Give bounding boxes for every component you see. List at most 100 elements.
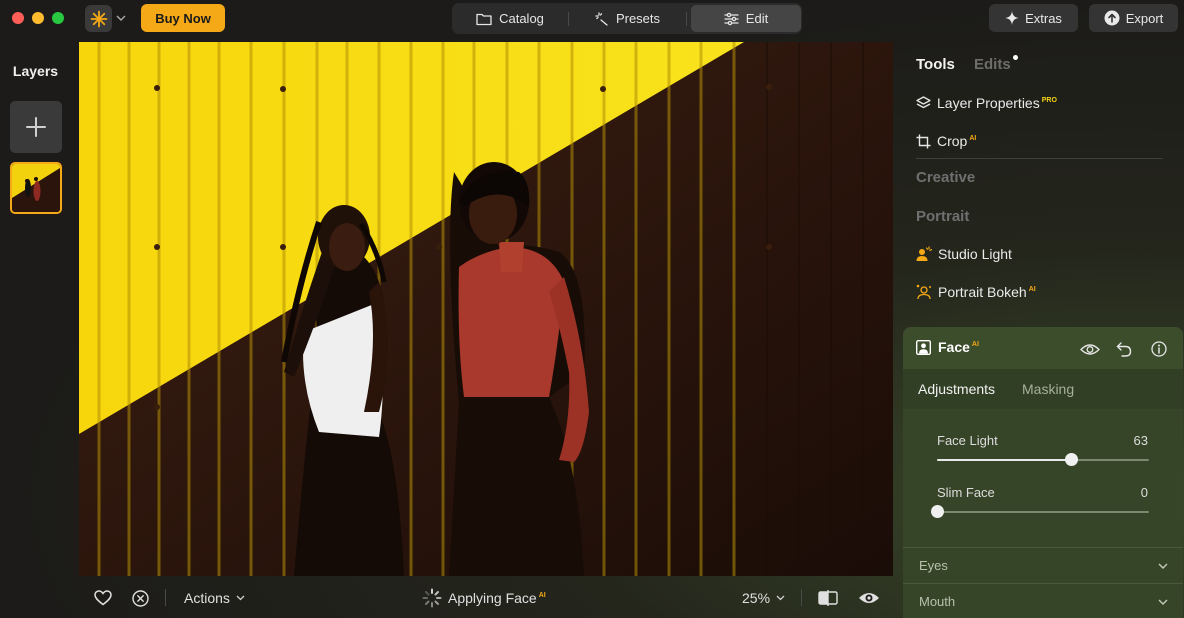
heart-icon: [94, 590, 112, 606]
chevron-down-icon[interactable]: [116, 10, 128, 26]
tab-masking[interactable]: Masking: [1022, 381, 1074, 397]
info-icon: [1151, 341, 1167, 357]
compare-button[interactable]: [818, 578, 838, 618]
undo-icon: [1116, 341, 1132, 357]
slider-face-light-fill: [937, 459, 1071, 461]
status-label: Applying Face: [448, 590, 537, 606]
tool-studio-light[interactable]: Studio Light: [916, 242, 1012, 266]
photo-canvas[interactable]: [79, 42, 893, 576]
layers-title: Layers: [12, 63, 59, 79]
chevron-down-icon: [1158, 563, 1168, 569]
reject-button[interactable]: [132, 578, 149, 618]
actions-label: Actions: [184, 590, 230, 606]
tool-crop[interactable]: Crop AI: [916, 129, 976, 153]
upload-icon: [1104, 10, 1120, 26]
tab-adjustments[interactable]: Adjustments: [918, 381, 995, 397]
ai-badge: AI: [971, 341, 979, 349]
close-window-button[interactable]: [12, 12, 24, 24]
slider-face-light-value: 63: [1133, 433, 1148, 448]
toolbar-divider: [165, 589, 166, 606]
tool-divider: [916, 158, 1163, 159]
info-button[interactable]: [1150, 340, 1168, 358]
preview-toggle-button[interactable]: [858, 578, 880, 618]
ai-badge: AI: [1028, 286, 1036, 294]
pro-badge: PRO: [1041, 97, 1057, 105]
tool-label: Portrait Bokeh AI: [938, 284, 1036, 300]
title-bar: Buy Now Catalog Presets Edit Extras Expo…: [0, 0, 1184, 38]
eye-icon: [1080, 343, 1100, 355]
slider-slim-face[interactable]: [931, 505, 1149, 518]
slider-slim-face-label: Slim Face: [937, 485, 995, 500]
slider-face-light-label: Face Light: [937, 433, 998, 448]
plus-icon: [26, 117, 46, 137]
compare-split-icon: [818, 590, 838, 606]
tab-divider: [686, 11, 687, 26]
chevron-down-icon: [1158, 599, 1168, 605]
add-layer-button[interactable]: [10, 101, 62, 153]
face-tool-panel: Face AI Adjustments Masking Face Light 63…: [903, 327, 1183, 618]
slider-slim-face-handle[interactable]: [931, 505, 944, 518]
ai-badge: AI: [538, 592, 546, 600]
tool-portrait-bokeh[interactable]: Portrait Bokeh AI: [916, 280, 1036, 304]
section-creative[interactable]: Creative: [916, 169, 975, 186]
sliders-icon: [724, 12, 739, 25]
zoom-menu[interactable]: 25%: [742, 578, 785, 618]
app-logo-icon: [90, 10, 107, 27]
tab-edit-label: Edit: [745, 11, 769, 26]
tab-presets-label: Presets: [615, 11, 661, 26]
face-portrait-icon: [916, 339, 931, 355]
tool-portrait-bokeh-label: Portrait Bokeh: [938, 284, 1027, 300]
slider-slim-face-value: 0: [1140, 485, 1148, 500]
portrait-bokeh-icon: [916, 284, 931, 300]
toolbar-divider: [801, 589, 802, 606]
face-panel-tabs: Adjustments Masking: [903, 369, 1183, 409]
folder-icon: [476, 13, 492, 25]
minimize-window-button[interactable]: [32, 12, 44, 24]
extras-button[interactable]: Extras: [989, 4, 1078, 32]
favorite-button[interactable]: [94, 578, 112, 618]
edits-indicator-dot: [1013, 55, 1018, 60]
status-text: Applying Face AI: [448, 590, 546, 606]
tab-catalog-label: Catalog: [499, 11, 544, 26]
zoom-window-button[interactable]: [52, 12, 64, 24]
accordion-mouth-label: Mouth: [919, 594, 956, 609]
face-title-text: Face AI: [938, 339, 979, 355]
bottom-toolbar: Actions Applying Face AI 25%: [79, 578, 893, 618]
tab-edits[interactable]: Edits: [974, 56, 1011, 73]
layer-thumbnail-image: [12, 164, 60, 212]
section-portrait[interactable]: Portrait: [916, 208, 969, 225]
tab-edit[interactable]: Edit: [691, 5, 801, 32]
zoom-level: 25%: [742, 590, 771, 606]
reset-button[interactable]: [1115, 340, 1133, 358]
app-logo-button[interactable]: [85, 5, 112, 32]
close-circle-icon: [132, 589, 149, 607]
actions-menu[interactable]: Actions: [184, 578, 245, 618]
eye-icon: [859, 593, 879, 603]
export-label: Export: [1125, 10, 1164, 26]
slider-face-light[interactable]: [937, 453, 1149, 466]
face-title[interactable]: Face AI: [916, 339, 979, 355]
chevron-down-icon: [236, 595, 245, 601]
tool-layer-properties-label: Layer Properties: [937, 95, 1040, 111]
accordion-eyes[interactable]: Eyes: [903, 547, 1183, 583]
tool-layer-properties[interactable]: Layer Properties PRO: [916, 91, 1057, 115]
visibility-toggle-button[interactable]: [1079, 340, 1101, 358]
layer-thumbnail[interactable]: [10, 162, 62, 214]
mode-switcher: Catalog Presets Edit: [452, 3, 802, 34]
tab-catalog[interactable]: Catalog: [452, 5, 568, 32]
photo-image: [79, 42, 893, 576]
extras-label: Extras: [1025, 10, 1062, 26]
tab-tools[interactable]: Tools: [916, 56, 955, 73]
layers-icon: [916, 95, 931, 108]
tool-studio-light-label: Studio Light: [938, 246, 1012, 262]
tab-presets[interactable]: Presets: [569, 5, 686, 32]
export-button[interactable]: Export: [1089, 4, 1178, 32]
status-indicator: Applying Face AI: [422, 578, 546, 618]
accordion-mouth[interactable]: Mouth: [903, 583, 1183, 618]
buy-now-button[interactable]: Buy Now: [141, 4, 225, 32]
magic-wand-icon: [595, 11, 608, 26]
tool-crop-label: Crop: [937, 133, 968, 149]
ai-badge: AI: [969, 135, 977, 143]
tool-label: Layer Properties PRO: [937, 95, 1057, 111]
slider-face-light-handle[interactable]: [1064, 453, 1078, 466]
